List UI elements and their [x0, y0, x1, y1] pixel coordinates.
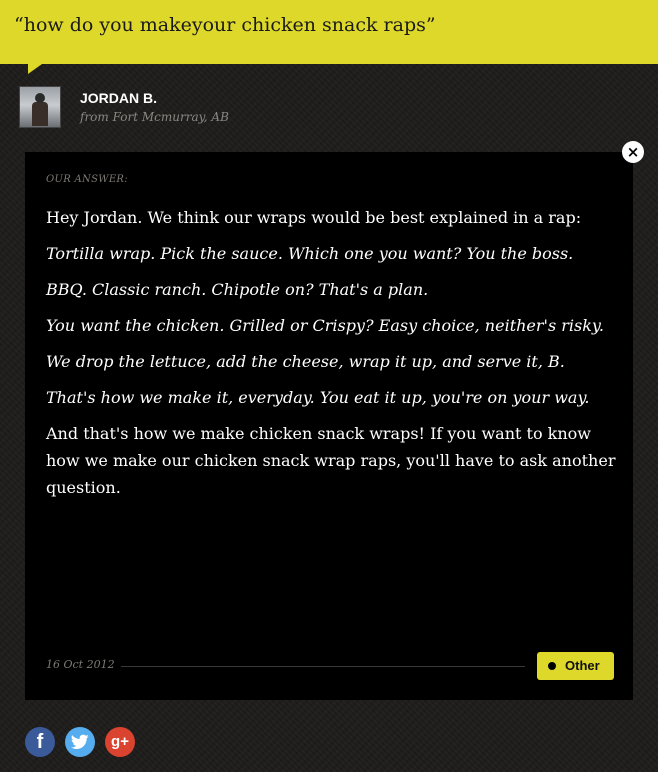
bullet-icon — [548, 662, 556, 670]
rap-line: That's how we make it, everyday. You eat… — [46, 388, 590, 407]
facebook-icon: f — [36, 731, 44, 753]
close-button[interactable]: × — [622, 141, 644, 163]
answer-label: OUR ANSWER: — [46, 174, 128, 185]
rap-line: We drop the lettuce, add the cheese, wra… — [46, 352, 565, 371]
user-location: from Fort Mcmurray, AB — [80, 110, 229, 124]
close-icon: × — [626, 143, 640, 161]
question-banner: “how do you makeyour chicken snack raps” — [0, 0, 658, 64]
rap-line: You want the chicken. Grilled or Crispy?… — [46, 316, 604, 335]
answer-panel: OUR ANSWER: Hey Jordan. We think our wra… — [25, 152, 633, 700]
twitter-icon — [71, 734, 89, 749]
user-name: JORDAN B. — [80, 90, 158, 106]
category-badge[interactable]: Other — [537, 652, 614, 680]
answer-paragraph: And that's how we make chicken snack wra… — [46, 424, 616, 497]
answer-paragraph: Hey Jordan. We think our wraps would be … — [46, 208, 582, 227]
question-text: “how do you makeyour chicken snack raps” — [14, 14, 436, 36]
twitter-button[interactable] — [65, 727, 95, 757]
rap-line: Tortilla wrap. Pick the sauce. Which one… — [46, 244, 574, 263]
answer-body: Hey Jordan. We think our wraps would be … — [46, 204, 616, 510]
rap-line: BBQ. Classic ranch. Chipotle on? That's … — [46, 280, 429, 299]
category-label: Other — [565, 658, 600, 673]
divider — [121, 666, 525, 667]
googleplus-button[interactable]: g+ — [105, 727, 135, 757]
googleplus-icon: g+ — [111, 733, 129, 750]
banner-pointer — [28, 64, 42, 74]
facebook-button[interactable]: f — [25, 727, 55, 757]
avatar — [19, 86, 61, 128]
answer-date: 16 Oct 2012 — [46, 658, 115, 671]
